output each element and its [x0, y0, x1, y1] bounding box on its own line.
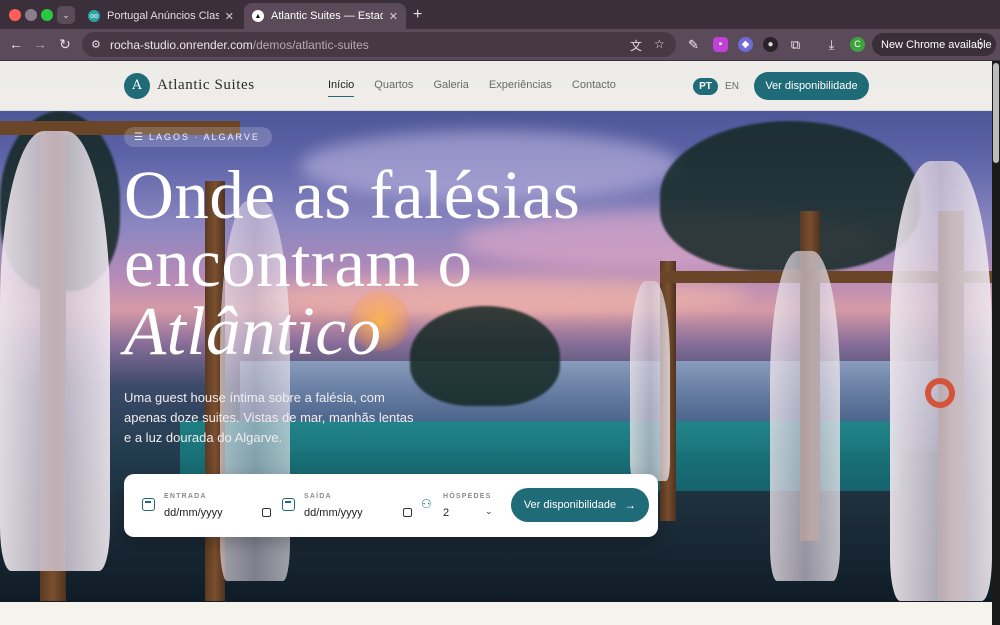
address-bar[interactable]: ⚙ rocha-studio.onrender.com/demos/atlant…: [82, 32, 676, 57]
guests-people-icon: ⚇: [421, 497, 432, 511]
main-nav: Início Quartos Galeria Experiências Cont…: [328, 79, 636, 97]
close-window-button[interactable]: [9, 9, 21, 21]
booking-bar: ENTRADA dd/mm/yyyy SAÍDA dd/mm/yyyy ⚇ HÓ…: [124, 474, 658, 537]
header-availability-button[interactable]: Ver disponibilidade: [754, 72, 869, 100]
checkout-label: SAÍDA: [304, 493, 332, 500]
back-arrow-icon[interactable]: ←: [7, 36, 25, 52]
tab-title: Atlantic Suites — Estadias Costeiras: [271, 10, 383, 22]
curtain-shape: [0, 131, 110, 571]
purple-extension-icon[interactable]: ▪: [713, 37, 728, 52]
extensions-puzzle-icon[interactable]: ⧉: [788, 37, 803, 52]
nav-link-quartos[interactable]: Quartos: [374, 79, 413, 91]
tab-search-chevron-icon[interactable]: ⌄: [57, 6, 75, 24]
tab-favicon-icon: oo: [88, 10, 100, 22]
dark-extension-icon[interactable]: ●: [763, 37, 778, 52]
palm-tree-shape: [660, 121, 920, 271]
headline-line-3: Atlântico: [124, 293, 382, 369]
location-text: LAGOS · ALGARVE: [148, 132, 260, 142]
url-path: /demos/atlantic-suites: [252, 38, 369, 52]
nav-link-inicio[interactable]: Início: [328, 79, 355, 97]
nav-link-contacto[interactable]: Contacto: [572, 79, 616, 91]
lifebuoy-shape: [925, 378, 955, 408]
reload-icon[interactable]: ↻: [56, 36, 74, 53]
pen-extension-icon[interactable]: ✎: [686, 37, 701, 52]
site-info-icon[interactable]: ⚙: [91, 38, 104, 51]
arrow-right-icon: →: [624, 498, 637, 512]
curtain-shape: [630, 281, 670, 481]
minimize-window-button[interactable]: [25, 9, 37, 21]
tab-close-icon[interactable]: ✕: [225, 10, 234, 23]
checkout-input[interactable]: dd/mm/yyyy: [304, 507, 363, 519]
browser-toolbar: ← → ↻ ⚙ rocha-studio.onrender.com/demos/…: [0, 29, 1000, 60]
hero-section: ☰ LAGOS · ALGARVE Onde as falésias encon…: [0, 61, 992, 602]
guests-select[interactable]: 2: [443, 507, 449, 519]
browser-tab-classificados[interactable]: oo Portugal Anúncios Classificados ✕: [80, 3, 242, 29]
scrollbar-thumb[interactable]: [993, 63, 999, 163]
browser-tab-atlantic-suites[interactable]: ▲ Atlantic Suites — Estadias Costeiras ✕: [244, 3, 406, 29]
calendar-icon: [282, 498, 295, 511]
page-scrollbar[interactable]: [992, 61, 1000, 625]
tab-close-icon[interactable]: ✕: [389, 10, 398, 23]
date-picker-icon[interactable]: [403, 508, 412, 517]
browser-tab-strip: ⌄ oo Portugal Anúncios Classificados ✕ ▲…: [0, 0, 1000, 29]
headline-line-1: Onde as falésias: [124, 157, 581, 233]
hero-subtitle: Uma guest house íntima sobre a falésia, …: [124, 390, 414, 445]
checkin-label: ENTRADA: [164, 493, 207, 500]
tab-favicon-icon: ▲: [252, 10, 264, 22]
location-badge: ☰ LAGOS · ALGARVE: [124, 127, 272, 147]
new-tab-plus-icon[interactable]: +: [413, 6, 422, 24]
curtain-shape: [770, 251, 840, 581]
date-picker-icon[interactable]: [262, 508, 271, 517]
check-availability-label: Ver disponibilidade: [523, 499, 617, 511]
chevron-down-icon[interactable]: ⌄: [485, 506, 493, 517]
blue-extension-icon[interactable]: ◆: [738, 37, 753, 52]
language-en-toggle[interactable]: EN: [724, 78, 740, 95]
forward-arrow-icon[interactable]: →: [31, 36, 49, 52]
translate-icon[interactable]: 文: [630, 37, 642, 54]
bookmark-star-icon[interactable]: ☆: [654, 37, 665, 51]
kebab-menu-icon[interactable]: ⋮: [974, 36, 987, 52]
headline-line-2: encontram o: [124, 225, 473, 301]
nav-link-experiencias[interactable]: Experiências: [489, 79, 552, 91]
profile-avatar[interactable]: C: [850, 37, 865, 52]
logo-mark[interactable]: A: [124, 73, 150, 99]
url-text[interactable]: rocha-studio.onrender.com/demos/atlantic…: [110, 38, 369, 52]
tab-title: Portugal Anúncios Classificados: [107, 10, 219, 22]
page-viewport: ☰ LAGOS · ALGARVE Onde as falésias encon…: [0, 61, 992, 625]
menu-lines-icon: ☰: [134, 131, 143, 143]
hero-headline: Onde as falésias encontram o Atlântico: [124, 157, 581, 369]
checkin-input[interactable]: dd/mm/yyyy: [164, 507, 223, 519]
site-header: A Atlantic Suites Início Quartos Galeria…: [0, 61, 992, 111]
logo-text[interactable]: Atlantic Suites: [157, 77, 255, 94]
check-availability-button[interactable]: Ver disponibilidade →: [511, 488, 649, 522]
url-host: rocha-studio.onrender.com: [110, 38, 253, 52]
download-icon[interactable]: ⤓: [824, 37, 839, 52]
chrome-update-button[interactable]: New Chrome available ⋮: [872, 33, 996, 56]
nav-link-galeria[interactable]: Galeria: [433, 79, 468, 91]
calendar-icon: [142, 498, 155, 511]
guests-label: HÓSPEDES: [443, 493, 492, 500]
language-pt-toggle[interactable]: PT: [693, 78, 718, 95]
maximize-window-button[interactable]: [41, 9, 53, 21]
